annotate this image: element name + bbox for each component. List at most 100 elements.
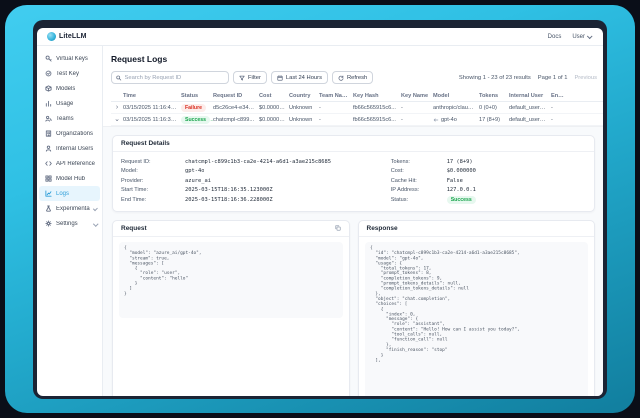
logs-icon [45, 190, 52, 197]
sidebar-item-label: Settings [56, 221, 78, 227]
main-content: Request Logs Filter Last 24 Hours [103, 46, 603, 396]
chevron-down-icon [587, 33, 593, 39]
filter-button[interactable]: Filter [233, 71, 267, 84]
cell-model: gpt-4o [441, 117, 457, 123]
detail-label: End Time: [121, 197, 185, 203]
building-icon [45, 130, 52, 137]
refresh-button[interactable]: Refresh [332, 71, 373, 84]
status-badge: Success [447, 196, 476, 204]
sidebar-item-label: Experimental [56, 206, 90, 212]
detail-label: Tokens: [391, 159, 447, 165]
cell-time: 03/15/2025 11:16:48 AM [123, 105, 181, 111]
sidebar-item-virtual-keys[interactable]: Virtual Keys [37, 51, 102, 66]
sidebar: Virtual Keys Test Key Models Usage [37, 46, 103, 396]
chevron-down-icon [93, 206, 98, 211]
sidebar-item-label: Organizations [56, 131, 93, 137]
detail-label: Start Time: [121, 187, 185, 193]
collapse-row-icon[interactable]: ⌄ [111, 116, 123, 123]
time-range-label: Last 24 Hours [286, 75, 322, 81]
cell-key-name: - [401, 105, 433, 111]
response-panel-title: Response [367, 225, 398, 232]
cell-model: anthropic/claude-... [433, 105, 479, 111]
detail-label: Status: [391, 197, 447, 203]
col-key-name: Key Name [401, 93, 433, 99]
col-status: Status [181, 93, 213, 99]
col-country: Country [289, 93, 319, 99]
sidebar-item-teams[interactable]: Teams [37, 111, 102, 126]
table-row-expanded[interactable]: ⌄ 03/15/2025 11:16:35 AM Success chatcmp… [111, 114, 603, 126]
docs-link[interactable]: Docs [548, 34, 562, 40]
page-indicator: Page 1 of 1 [538, 75, 568, 81]
request-details-title: Request Details [113, 136, 594, 152]
check-circle-icon [45, 70, 52, 77]
status-badge: Failure [181, 104, 206, 112]
cell-cost: $0.000000 [259, 117, 289, 123]
sidebar-item-label: Test Key [56, 71, 79, 77]
brand: LiteLLM [47, 32, 87, 41]
col-tokens: Tokens [479, 93, 509, 99]
detail-label: Request ID: [121, 159, 185, 165]
provider-icon [433, 117, 439, 123]
cell-cost: $0.000000 [259, 105, 289, 111]
col-key-hash: Key Hash [353, 93, 401, 99]
chevron-down-icon [93, 221, 98, 226]
detail-value-start-time: 2025-03-15T18:16:35.123000Z [185, 187, 273, 193]
cell-internal-user: default_user_id [509, 117, 551, 123]
user-menu[interactable]: User [572, 34, 591, 40]
user-icon [45, 145, 52, 152]
col-end-user: End User [551, 93, 569, 99]
sidebar-item-model-hub[interactable]: Model Hub [37, 171, 102, 186]
sidebar-item-settings[interactable]: Settings [37, 216, 102, 231]
detail-label: IP Address: [391, 187, 447, 193]
table-row[interactable]: › 03/15/2025 11:16:48 AM Failure d5c26ce… [111, 102, 603, 114]
sidebar-item-api-reference[interactable]: API Reference [37, 156, 102, 171]
cell-country: Unknown [289, 105, 319, 111]
pagination: Showing 1 - 23 of 23 results Page 1 of 1… [459, 75, 597, 81]
request-details-card: Request Details Request ID:chatcmpl-c899… [112, 135, 595, 212]
time-range-button[interactable]: Last 24 Hours [271, 71, 328, 84]
expand-row-icon[interactable]: › [111, 104, 123, 111]
cell-key-hash: fb66c565915c6... [353, 117, 401, 123]
results-count: Showing 1 - 23 of 23 results [459, 75, 531, 81]
request-panel: Request { "model": "azure_ai/gpt-4o", "s… [112, 220, 350, 397]
toolbar: Filter Last 24 Hours Refresh Showing 1 -… [111, 71, 603, 84]
sidebar-item-internal-users[interactable]: Internal Users [37, 141, 102, 156]
cell-end-user: - [551, 105, 569, 111]
flask-icon [45, 205, 52, 212]
detail-value-tokens: 17 (8+9) [447, 159, 473, 165]
cell-request-id: d5c26ce4-e343... [213, 105, 259, 111]
bar-chart-icon [45, 100, 52, 107]
refresh-icon [338, 75, 344, 81]
sidebar-item-models[interactable]: Models [37, 81, 102, 96]
gear-icon [45, 220, 52, 227]
filter-button-label: Filter [248, 75, 261, 81]
detail-label: Model: [121, 168, 185, 174]
brand-name: LiteLLM [59, 33, 87, 40]
copy-request-button[interactable] [335, 225, 341, 231]
sidebar-item-test-key[interactable]: Test Key [37, 66, 102, 81]
cell-internal-user: default_user_id [509, 105, 551, 111]
col-request-id: Request ID [213, 93, 259, 99]
user-menu-label: User [572, 34, 585, 40]
table-header-row: Time Status Request ID Cost Country Team… [111, 91, 603, 102]
search-icon [116, 75, 122, 81]
col-team-name: Team Name [319, 93, 353, 99]
col-time: Time [123, 93, 181, 99]
sidebar-item-logs[interactable]: Logs [39, 186, 100, 201]
sidebar-item-organizations[interactable]: Organizations [37, 126, 102, 141]
details-right-column: Tokens:17 (8+9) Cost:$0.000000 Cache Hit… [391, 157, 586, 205]
sidebar-item-usage[interactable]: Usage [37, 96, 102, 111]
detail-value-request-id: chatcmpl-c899c1b3-ca2e-4214-a6d1-a3ae215… [185, 159, 331, 165]
users-icon [45, 115, 52, 122]
previous-page-button[interactable]: Previous [574, 75, 597, 81]
sidebar-item-label: Teams [56, 116, 74, 122]
request-json: { "model": "azure_ai/gpt-4o", "stream": … [119, 242, 343, 319]
detail-value-model: gpt-4o [185, 168, 204, 174]
cube-icon [45, 85, 52, 92]
grid-icon [45, 175, 52, 182]
details-left-column: Request ID:chatcmpl-c899c1b3-ca2e-4214-a… [121, 157, 391, 205]
search-input[interactable] [125, 75, 224, 81]
sidebar-item-experimental[interactable]: Experimental [37, 201, 102, 216]
col-internal-user: Internal User [509, 93, 551, 99]
cell-country: Unknown [289, 117, 319, 123]
